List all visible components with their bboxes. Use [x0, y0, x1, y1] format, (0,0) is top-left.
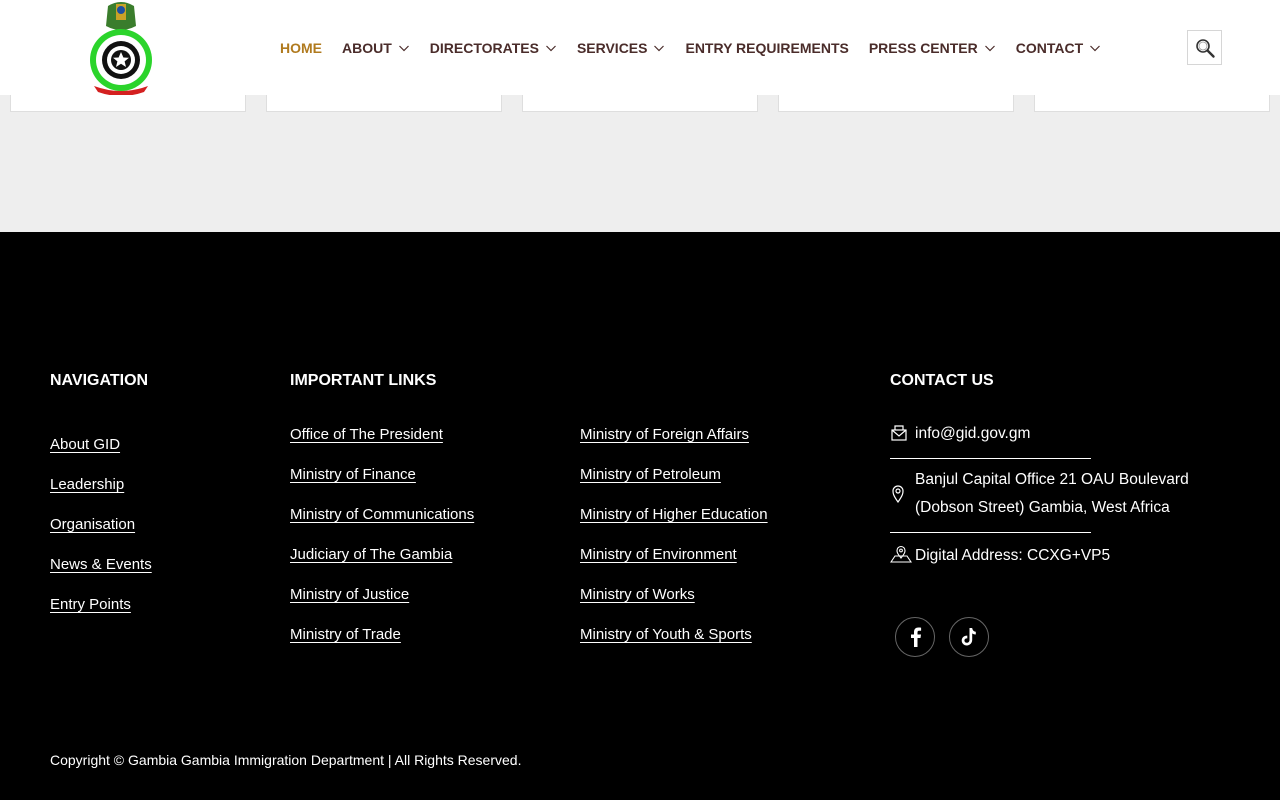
- footer-link-ministry-environment[interactable]: Ministry of Environment: [580, 546, 737, 563]
- site-footer: NAVIGATION About GID Leadership Organisa…: [0, 232, 1280, 800]
- footer-link-office-president[interactable]: Office of The President: [290, 426, 443, 443]
- footer-link-about-gid[interactable]: About GID: [50, 436, 120, 453]
- contact-address-line1: Banjul Capital Office 21 OAU Boulevard: [915, 471, 1189, 488]
- nav-directorates-label: DIRECTORATES: [429, 39, 539, 56]
- contact-divider: [890, 532, 1091, 533]
- chevron-down-icon: [398, 45, 409, 51]
- nav-about[interactable]: ABOUT: [342, 40, 410, 56]
- footer-link-judiciary[interactable]: Judiciary of The Gambia: [290, 546, 452, 563]
- tiktok-icon: [961, 628, 976, 646]
- nav-entry-requirements[interactable]: ENTRY REQUIREMENTS: [685, 40, 848, 56]
- footer-contact-title: CONTACT US: [890, 372, 994, 389]
- content-card: [522, 95, 758, 112]
- nav-press-center-label: PRESS CENTER: [868, 39, 978, 56]
- envelope-icon: [891, 425, 907, 441]
- contact-digital-address: Digital Address: CCXG+VP5: [890, 542, 1110, 570]
- nav-services-label: SERVICES: [576, 39, 648, 56]
- nav-directorates[interactable]: DIRECTORATES: [430, 40, 557, 56]
- footer-link-entry-points[interactable]: Entry Points: [50, 596, 131, 613]
- facebook-button[interactable]: [895, 617, 935, 657]
- contact-address-line2: (Dobson Street) Gambia, West Africa: [915, 499, 1170, 516]
- nav-entry-requirements-label: ENTRY REQUIREMENTS: [685, 39, 849, 56]
- content-card: [10, 95, 246, 112]
- nav-services[interactable]: SERVICES: [577, 40, 666, 56]
- nav-home-label: HOME: [280, 39, 322, 56]
- footer-link-ministry-justice[interactable]: Ministry of Justice: [290, 586, 409, 603]
- search-button[interactable]: [1187, 30, 1222, 65]
- search-icon: [1195, 38, 1215, 58]
- site-header: HOME ABOUT DIRECTORATES SERVICES ENTRY R…: [0, 0, 1280, 96]
- footer-link-leadership[interactable]: Leadership: [50, 476, 124, 493]
- contact-address: Banjul Capital Office 21 OAU Boulevard (…: [890, 466, 1189, 522]
- footer-link-ministry-higher-education[interactable]: Ministry of Higher Education: [580, 506, 768, 523]
- footer-link-ministry-trade[interactable]: Ministry of Trade: [290, 626, 401, 643]
- chevron-down-icon: [546, 45, 556, 51]
- footer-link-ministry-youth-sports[interactable]: Ministry of Youth & Sports: [580, 626, 752, 643]
- footer-navigation-title: NAVIGATION: [50, 372, 149, 389]
- chevron-down-icon: [654, 45, 665, 51]
- nav-press-center[interactable]: PRESS CENTER: [869, 40, 996, 56]
- main-nav: HOME ABOUT DIRECTORATES SERVICES ENTRY R…: [280, 0, 1121, 95]
- footer-link-ministry-works[interactable]: Ministry of Works: [580, 586, 695, 603]
- footer-link-organisation[interactable]: Organisation: [50, 516, 135, 533]
- footer-link-ministry-foreign-affairs[interactable]: Ministry of Foreign Affairs: [580, 426, 749, 443]
- contact-divider: [890, 458, 1091, 459]
- content-card: [1034, 95, 1270, 112]
- footer-link-ministry-communications[interactable]: Ministry of Communications: [290, 506, 474, 523]
- tiktok-button[interactable]: [949, 617, 989, 657]
- contact-email-text: info@gid.gov.gm: [915, 425, 1031, 442]
- nav-contact[interactable]: CONTACT: [1016, 40, 1101, 56]
- content-card: [778, 95, 1014, 112]
- contact-digital-address-text: Digital Address: CCXG+VP5: [915, 547, 1111, 564]
- copyright-text: Copyright © Gambia Gambia Immigration De…: [50, 752, 522, 768]
- footer-link-ministry-finance[interactable]: Ministry of Finance: [290, 466, 416, 483]
- content-band: [0, 95, 1280, 232]
- nav-about-label: ABOUT: [342, 39, 392, 56]
- footer-important-links-title: IMPORTANT LINKS: [290, 372, 437, 389]
- nav-contact-label: CONTACT: [1015, 39, 1084, 56]
- footer-link-ministry-petroleum[interactable]: Ministry of Petroleum: [580, 466, 721, 483]
- contact-email[interactable]: info@gid.gov.gm: [890, 420, 1030, 448]
- map-pin-icon: [890, 545, 912, 563]
- gambia-immigration-crest-icon[interactable]: [86, 0, 156, 96]
- content-card: [266, 95, 502, 112]
- chevron-down-icon: [984, 45, 995, 51]
- footer-link-news-events[interactable]: News & Events: [50, 556, 152, 573]
- nav-home[interactable]: HOME: [280, 40, 322, 56]
- location-pin-icon: [892, 485, 904, 504]
- chevron-down-icon: [1090, 45, 1101, 51]
- facebook-icon: [911, 627, 922, 647]
